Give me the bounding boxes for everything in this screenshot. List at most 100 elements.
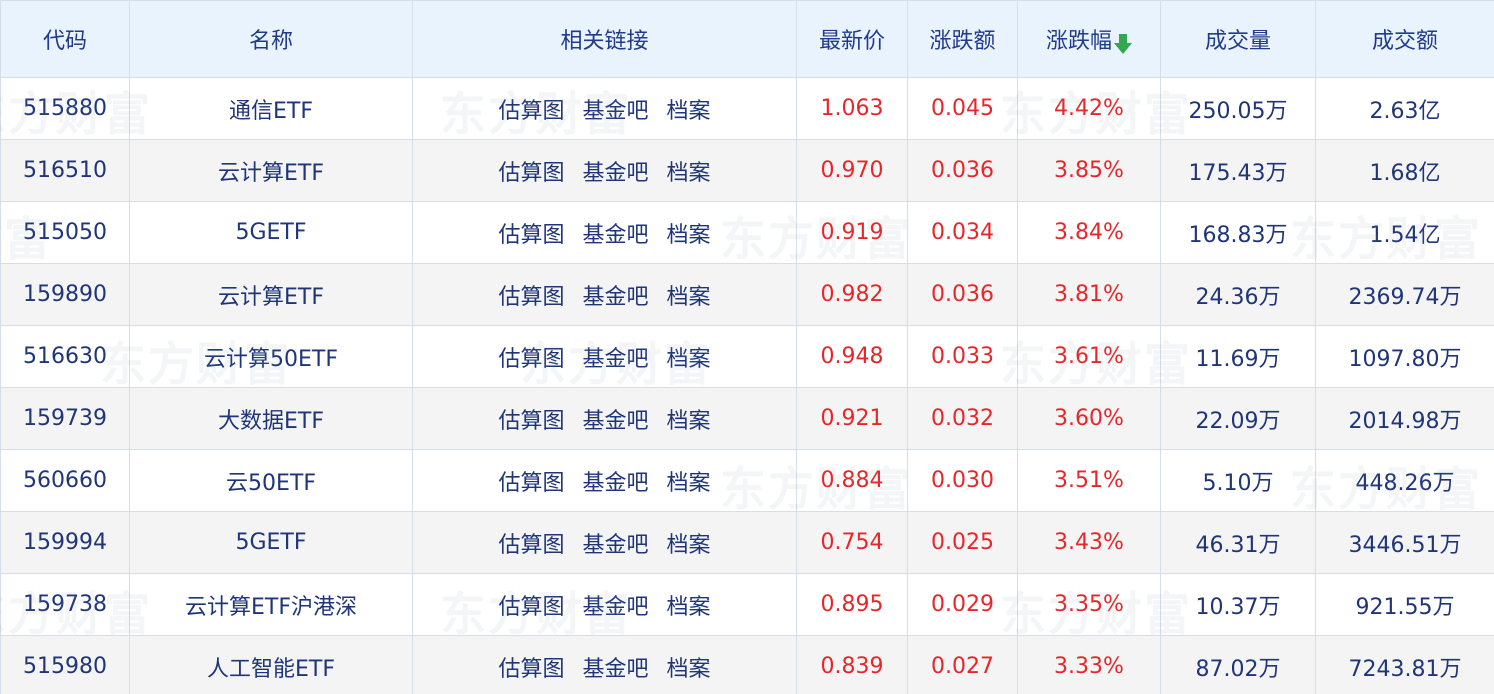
- cell-name[interactable]: 5GETF: [129, 511, 413, 574]
- header-volume[interactable]: 成交量: [1160, 0, 1316, 78]
- link-forum[interactable]: 基金吧: [582, 533, 648, 558]
- link-forum[interactable]: 基金吧: [582, 471, 648, 496]
- link-estimate[interactable]: 估算图: [498, 285, 564, 310]
- cell-code[interactable]: 159738: [0, 573, 130, 636]
- cell-change-pct: 3.51%: [1017, 449, 1161, 512]
- cell-links: 估算图 基金吧 档案: [412, 387, 797, 450]
- link-profile[interactable]: 档案: [667, 285, 711, 310]
- link-profile[interactable]: 档案: [667, 471, 711, 496]
- link-forum[interactable]: 基金吧: [582, 99, 648, 124]
- cell-price: 0.754: [796, 511, 908, 574]
- header-change[interactable]: 涨跌额: [907, 0, 1018, 78]
- cell-amount: 1.54亿: [1315, 201, 1494, 264]
- cell-price: 0.982: [796, 263, 908, 326]
- cell-volume: 250.05万: [1160, 77, 1316, 140]
- cell-name[interactable]: 云计算50ETF: [129, 325, 413, 388]
- header-links: 相关链接: [412, 0, 797, 78]
- link-forum[interactable]: 基金吧: [582, 657, 648, 682]
- cell-code[interactable]: 159890: [0, 263, 130, 326]
- cell-volume: 24.36万: [1160, 263, 1316, 326]
- link-forum[interactable]: 基金吧: [582, 409, 648, 434]
- cell-volume: 5.10万: [1160, 449, 1316, 512]
- table-row: 159739 大数据ETF 估算图 基金吧 档案 0.921 0.032 3.60% 22.09…: [0, 387, 1494, 450]
- cell-change-pct: 3.81%: [1017, 263, 1161, 326]
- cell-links: 估算图 基金吧 档案: [412, 263, 797, 326]
- link-estimate[interactable]: 估算图: [498, 223, 564, 248]
- link-forum[interactable]: 基金吧: [582, 595, 648, 620]
- cell-volume: 46.31万: [1160, 511, 1316, 574]
- link-estimate[interactable]: 估算图: [498, 161, 564, 186]
- header-change-pct[interactable]: 涨跌幅: [1017, 0, 1161, 78]
- cell-amount: 2369.74万: [1315, 263, 1494, 326]
- cell-change-pct: 4.42%: [1017, 77, 1161, 140]
- cell-code[interactable]: 516510: [0, 139, 130, 202]
- link-estimate[interactable]: 估算图: [498, 99, 564, 124]
- link-profile[interactable]: 档案: [667, 657, 711, 682]
- header-name[interactable]: 名称: [129, 0, 413, 78]
- cell-price: 0.839: [796, 635, 908, 694]
- cell-price: 0.884: [796, 449, 908, 512]
- cell-code[interactable]: 515980: [0, 635, 130, 694]
- cell-code[interactable]: 159994: [0, 511, 130, 574]
- cell-change-pct: 3.35%: [1017, 573, 1161, 636]
- cell-links: 估算图 基金吧 档案: [412, 449, 797, 512]
- table-row: 515050 5GETF 估算图 基金吧 档案 0.919 0.034 3.84% 168.83…: [0, 201, 1494, 264]
- cell-name[interactable]: 通信ETF: [129, 77, 413, 140]
- link-profile[interactable]: 档案: [667, 409, 711, 434]
- link-profile[interactable]: 档案: [667, 161, 711, 186]
- link-estimate[interactable]: 估算图: [498, 657, 564, 682]
- header-price[interactable]: 最新价: [796, 0, 908, 78]
- cell-volume: 10.37万: [1160, 573, 1316, 636]
- table-row: 516630 云计算50ETF 估算图 基金吧 档案 0.948 0.033 3.61% 11.…: [0, 325, 1494, 388]
- sort-down-arrow-icon[interactable]: [1114, 34, 1132, 54]
- cell-price: 0.948: [796, 325, 908, 388]
- link-forum[interactable]: 基金吧: [582, 347, 648, 372]
- link-profile[interactable]: 档案: [667, 533, 711, 558]
- link-profile[interactable]: 档案: [667, 99, 711, 124]
- cell-amount: 7243.81万: [1315, 635, 1494, 694]
- link-profile[interactable]: 档案: [667, 347, 711, 372]
- cell-name[interactable]: 5GETF: [129, 201, 413, 264]
- cell-volume: 22.09万: [1160, 387, 1316, 450]
- cell-links: 估算图 基金吧 档案: [412, 139, 797, 202]
- link-estimate[interactable]: 估算图: [498, 347, 564, 372]
- cell-name[interactable]: 云计算ETF: [129, 263, 413, 326]
- table-row: 159994 5GETF 估算图 基金吧 档案 0.754 0.025 3.43% 46.31万…: [0, 511, 1494, 574]
- link-forum[interactable]: 基金吧: [582, 285, 648, 310]
- cell-name[interactable]: 云50ETF: [129, 449, 413, 512]
- link-profile[interactable]: 档案: [667, 595, 711, 620]
- cell-amount: 1.68亿: [1315, 139, 1494, 202]
- link-forum[interactable]: 基金吧: [582, 161, 648, 186]
- cell-code[interactable]: 516630: [0, 325, 130, 388]
- link-estimate[interactable]: 估算图: [498, 533, 564, 558]
- cell-change-pct: 3.43%: [1017, 511, 1161, 574]
- cell-change: 0.025: [907, 511, 1018, 574]
- table-row: 516510 云计算ETF 估算图 基金吧 档案 0.970 0.036 3.85% 175.4…: [0, 139, 1494, 202]
- cell-name[interactable]: 人工智能ETF: [129, 635, 413, 694]
- cell-links: 估算图 基金吧 档案: [412, 635, 797, 694]
- cell-change-pct: 3.61%: [1017, 325, 1161, 388]
- table-header-row: 代码 名称 相关链接 最新价 涨跌额 涨跌幅 成交量 成交额: [0, 0, 1494, 78]
- header-code[interactable]: 代码: [0, 0, 130, 78]
- cell-price: 0.921: [796, 387, 908, 450]
- cell-change-pct: 3.85%: [1017, 139, 1161, 202]
- link-estimate[interactable]: 估算图: [498, 471, 564, 496]
- cell-name[interactable]: 大数据ETF: [129, 387, 413, 450]
- cell-code[interactable]: 159739: [0, 387, 130, 450]
- link-forum[interactable]: 基金吧: [582, 223, 648, 248]
- header-change-pct-label: 涨跌幅: [1045, 29, 1112, 54]
- table-row: 515980 人工智能ETF 估算图 基金吧 档案 0.839 0.027 3.33% 87.0…: [0, 635, 1494, 694]
- link-profile[interactable]: 档案: [667, 223, 711, 248]
- link-estimate[interactable]: 估算图: [498, 409, 564, 434]
- link-estimate[interactable]: 估算图: [498, 595, 564, 620]
- cell-volume: 168.83万: [1160, 201, 1316, 264]
- cell-code[interactable]: 515050: [0, 201, 130, 264]
- cell-amount: 1097.80万: [1315, 325, 1494, 388]
- cell-change: 0.036: [907, 263, 1018, 326]
- cell-name[interactable]: 云计算ETF沪港深: [129, 573, 413, 636]
- cell-name[interactable]: 云计算ETF: [129, 139, 413, 202]
- cell-change: 0.030: [907, 449, 1018, 512]
- cell-code[interactable]: 560660: [0, 449, 130, 512]
- cell-code[interactable]: 515880: [0, 77, 130, 140]
- header-amount[interactable]: 成交额: [1315, 0, 1494, 78]
